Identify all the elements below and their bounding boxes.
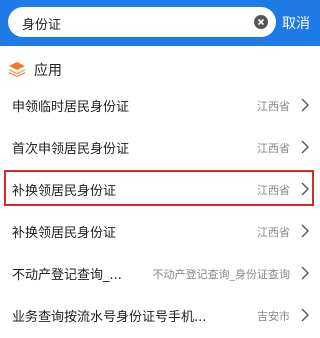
layers-icon xyxy=(9,62,25,77)
search-query-text: 身份证 xyxy=(22,18,62,33)
search-input[interactable]: 身份证 xyxy=(8,7,276,37)
results-list: 申领临时居民身份证 江西省 首次申领居民身份证 江西省 补换领居民身份证 江西省… xyxy=(0,84,320,336)
chevron-right-icon xyxy=(301,224,309,238)
chevron-right-icon xyxy=(301,98,309,112)
item-region: 江西省 xyxy=(257,142,290,155)
chevron-right-icon xyxy=(301,266,309,280)
list-item[interactable]: 补换领居民身份证 江西省 xyxy=(0,210,320,252)
item-region: 江西省 xyxy=(257,226,290,239)
item-region: 吉安市 xyxy=(257,310,290,323)
item-title: 业务查询按流水号身份证号手机... xyxy=(12,310,207,325)
item-title: 不动产登记查询_... xyxy=(12,268,122,283)
chevron-right-icon xyxy=(301,308,309,322)
item-title: 首次申领居民身份证 xyxy=(12,142,130,157)
item-region: 不动产登记查询_身份证查询 xyxy=(152,268,291,281)
item-region: 江西省 xyxy=(257,184,290,197)
list-item-highlighted[interactable]: 补换领居民身份证 江西省 xyxy=(0,168,320,210)
item-title: 申领临时居民身份证 xyxy=(12,100,130,115)
item-title: 补换领居民身份证 xyxy=(12,226,117,241)
item-region: 江西省 xyxy=(257,100,290,113)
section-title: 应用 xyxy=(34,63,62,79)
list-item[interactable]: 申领临时居民身份证 江西省 xyxy=(0,84,320,126)
list-item[interactable]: 业务查询按流水号身份证号手机... 吉安市 xyxy=(0,294,320,336)
cancel-button[interactable]: 取消 xyxy=(282,13,310,33)
list-item[interactable]: 首次申领居民身份证 江西省 xyxy=(0,126,320,168)
search-header: 身份证 取消 xyxy=(0,0,320,46)
chevron-right-icon xyxy=(301,140,309,154)
item-title: 补换领居民身份证 xyxy=(12,184,117,199)
clear-icon[interactable] xyxy=(254,15,268,29)
chevron-right-icon xyxy=(301,182,309,196)
list-item[interactable]: 不动产登记查询_... 不动产登记查询_身份证查询 xyxy=(0,252,320,294)
